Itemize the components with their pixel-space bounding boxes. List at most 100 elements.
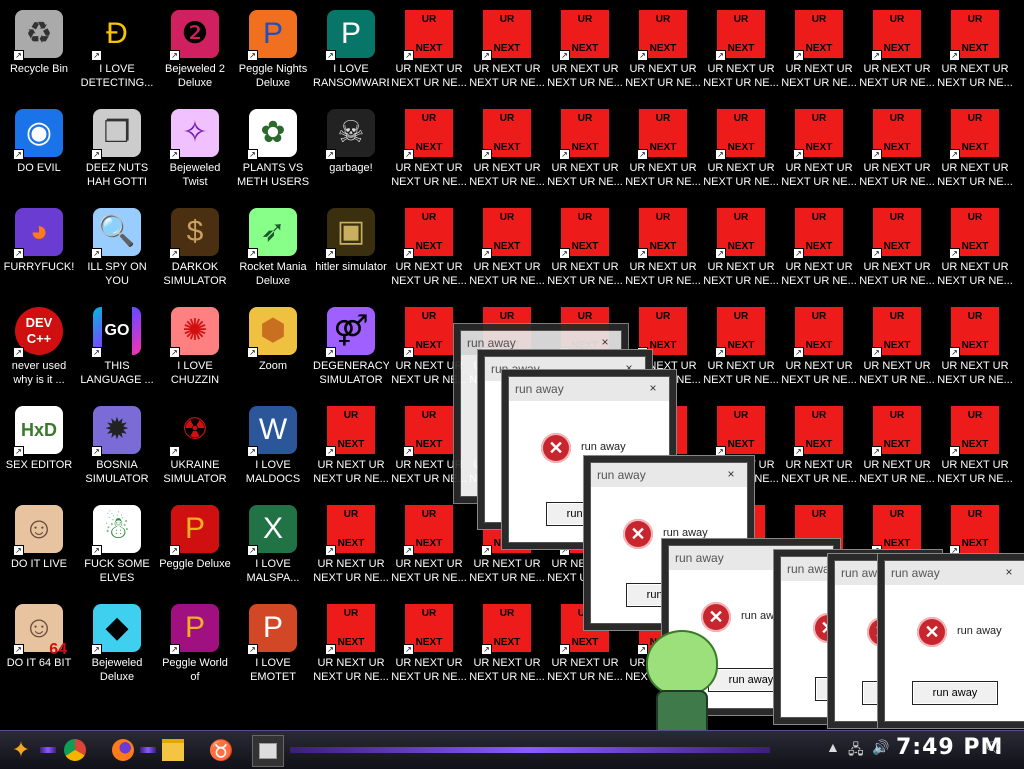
desktop-icon[interactable]: UR NEXT↗ UR NEXT UR NEXT UR NE... xyxy=(391,103,467,199)
desktop-icon[interactable]: UR NEXT↗ UR NEXT UR NEXT UR NE... xyxy=(781,202,857,298)
desktop-icon[interactable]: UR NEXT↗ UR NEXT UR NEXT UR NE... xyxy=(313,400,389,496)
show-hidden-icons[interactable]: ▲ xyxy=(826,739,840,755)
desktop-icon[interactable]: P ↗ I LOVE RANSOMWARE xyxy=(313,4,389,100)
dialog-title-bar[interactable]: run away × xyxy=(461,331,621,355)
desktop-icon[interactable]: ◕ ↗ FURRYFUCK! xyxy=(1,202,77,298)
desktop-icon[interactable]: ❷ ↗ Bejeweled 2 Deluxe xyxy=(157,4,233,100)
desktop-icon[interactable]: UR NEXT↗ UR NEXT UR NEXT UR NE... xyxy=(703,301,779,397)
desktop-icon[interactable]: UR NEXT↗ UR NEXT UR NEXT UR NE... xyxy=(391,598,467,694)
desktop-icon[interactable]: UR NEXT↗ UR NEXT UR NEXT UR NE... xyxy=(547,4,623,100)
desktop-icon[interactable]: Đ ↗ I LOVE DETECTING... xyxy=(79,4,155,100)
desktop-icon[interactable]: P ↗ Peggle Deluxe xyxy=(157,499,233,595)
dialog-title-bar[interactable]: run away × xyxy=(885,561,1024,585)
desktop-icon[interactable]: UR NEXT↗ UR NEXT UR NEXT UR NE... xyxy=(781,4,857,100)
desktop-icon[interactable]: W ↗ I LOVE MALDOCS xyxy=(235,400,311,496)
desktop-icon[interactable]: ➶ ↗ Rocket Mania Deluxe xyxy=(235,202,311,298)
desktop-icon[interactable]: UR NEXT↗ UR NEXT UR NEXT UR NE... xyxy=(313,499,389,595)
desktop-icon[interactable]: UR NEXT↗ UR NEXT UR NEXT UR NE... xyxy=(547,103,623,199)
taskbar-explorer[interactable] xyxy=(158,735,188,765)
desktop-icon[interactable]: ◉ ↗ DO EVIL xyxy=(1,103,77,199)
desktop-icon[interactable]: UR NEXT↗ UR NEXT UR NEXT UR NE... xyxy=(391,301,467,397)
desktop-icon[interactable]: 🔍 ↗ ILL SPY ON YOU xyxy=(79,202,155,298)
desktop-icon[interactable]: UR NEXT↗ UR NEXT UR NEXT UR NE... xyxy=(703,202,779,298)
desktop-icon[interactable]: ⚤ ↗ DEGENERACY SIMULATOR xyxy=(313,301,389,397)
desktop-icon[interactable]: ✺ ↗ I LOVE CHUZZIN xyxy=(157,301,233,397)
desktop-icon[interactable]: UR NEXT↗ UR NEXT UR NEXT UR NE... xyxy=(313,598,389,694)
desktop-icon[interactable]: ❐ ↗ DEEZ NUTS HAH GOTTI xyxy=(79,103,155,199)
taskbar-game[interactable]: ♉ xyxy=(206,735,236,765)
ur-bottom-text: NEXT xyxy=(337,637,365,648)
desktop-icon[interactable]: UR NEXT↗ UR NEXT UR NEXT UR NE... xyxy=(547,202,623,298)
run-away-button[interactable]: run away xyxy=(912,681,998,705)
taskbar-chrome[interactable] xyxy=(60,735,90,765)
desktop-icon[interactable]: UR NEXT↗ UR NEXT UR NEXT UR NE... xyxy=(937,301,1013,397)
desktop-icon[interactable]: UR NEXT↗ UR NEXT UR NEXT UR NE... xyxy=(781,103,857,199)
desktop-icon[interactable]: UR NEXT↗ UR NEXT UR NEXT UR NE... xyxy=(859,301,935,397)
desktop-icon[interactable]: UR NEXT↗ UR NEXT UR NEXT UR NE... xyxy=(859,400,935,496)
desktop-icon[interactable]: UR NEXT↗ UR NEXT UR NEXT UR NE... xyxy=(625,4,701,100)
desktop-icon[interactable]: X ↗ I LOVE MALSPA... xyxy=(235,499,311,595)
desktop-icon[interactable]: UR NEXT↗ UR NEXT UR NEXT UR NE... xyxy=(469,202,545,298)
desktop-icon[interactable]: UR NEXT↗ UR NEXT UR NEXT UR NE... xyxy=(703,103,779,199)
desktop-icon[interactable]: UR NEXT↗ UR NEXT UR NEXT UR NE... xyxy=(781,400,857,496)
desktop-icon[interactable]: ☺ 64 ↗ DO IT 64 BIT xyxy=(1,598,77,694)
desktop-icon[interactable]: UR NEXT↗ UR NEXT UR NEXT UR NE... xyxy=(937,103,1013,199)
dialog-close-button[interactable]: × xyxy=(643,379,663,397)
desktop-icon[interactable]: ☢ ↗ UKRAINE SIMULATOR xyxy=(157,400,233,496)
desktop-icon[interactable]: $ ↗ DARKOK SIMULATOR xyxy=(157,202,233,298)
dialog-title-bar[interactable]: run away × xyxy=(509,377,669,401)
desktop-icon[interactable]: UR NEXT↗ UR NEXT UR NEXT UR NE... xyxy=(391,400,467,496)
dialog-title-bar[interactable]: run away × xyxy=(591,463,747,487)
desktop-icon[interactable]: UR NEXT↗ UR NEXT UR NEXT UR NE... xyxy=(859,103,935,199)
run-away-dialog[interactable]: run away × ✕ run away run away xyxy=(884,560,1024,722)
desktop-icon[interactable]: UR NEXT↗ UR NEXT UR NEXT UR NE... xyxy=(391,4,467,100)
desktop-icon[interactable]: P ↗ I LOVE EMOTET xyxy=(235,598,311,694)
desktop-icon[interactable]: ☺ ↗ DO IT LIVE xyxy=(1,499,77,595)
desktop-icon[interactable]: UR NEXT↗ UR NEXT UR NEXT UR NE... xyxy=(391,202,467,298)
desktop-icon[interactable]: UR NEXT↗ UR NEXT UR NEXT UR NE... xyxy=(625,202,701,298)
desktop-icon[interactable]: ☃ ↗ FUCK SOME ELVES xyxy=(79,499,155,595)
ur-top-text: UR xyxy=(421,608,437,619)
desktop-icon-image: ☢ ↗ xyxy=(169,406,219,457)
desktop-icon[interactable]: UR NEXT↗ UR NEXT UR NEXT UR NE... xyxy=(781,301,857,397)
desktop-icon[interactable]: ⬢ ↗ Zoom xyxy=(235,301,311,397)
desktop-icon[interactable]: UR NEXT↗ UR NEXT UR NEXT UR NE... xyxy=(859,4,935,100)
desktop-icon[interactable]: UR NEXT↗ UR NEXT UR NEXT UR NE... xyxy=(937,202,1013,298)
desktop-icon[interactable]: UR NEXT↗ UR NEXT UR NEXT UR NE... xyxy=(625,103,701,199)
desktop-icon[interactable]: DEV C++ ↗ never used why is it ... xyxy=(1,301,77,397)
desktop-icon[interactable]: UR NEXT↗ UR NEXT UR NEXT UR NE... xyxy=(703,4,779,100)
desktop-icon[interactable]: P ↗ Peggle Nights Deluxe xyxy=(235,4,311,100)
desktop-icon[interactable]: UR NEXT↗ UR NEXT UR NEXT UR NE... xyxy=(937,400,1013,496)
desktop-icon[interactable]: HxD ↗ SEX EDITOR xyxy=(1,400,77,496)
desktop-icon[interactable]: ◆ ↗ Bejeweled Deluxe xyxy=(79,598,155,694)
dialog-close-button[interactable]: × xyxy=(595,333,615,351)
desktop-icon[interactable]: UR NEXT↗ UR NEXT UR NEXT UR NE... xyxy=(937,4,1013,100)
desktop-icon[interactable]: ♻ ↗ Recycle Bin xyxy=(1,4,77,100)
notification-icon[interactable]: 🗨 xyxy=(984,739,1002,756)
desktop-icon[interactable]: UR NEXT↗ UR NEXT UR NEXT UR NE... xyxy=(391,499,467,595)
shortcut-arrow-icon: ↗ xyxy=(91,644,102,655)
taskbar-firefox[interactable] xyxy=(108,735,138,765)
taskbar-active-window[interactable] xyxy=(252,735,284,767)
desktop-icon[interactable]: ▣ ↗ hitler simulator xyxy=(313,202,389,298)
desktop-icon[interactable]: ✿ ↗ PLANTS VS METH USERS xyxy=(235,103,311,199)
desktop-icon[interactable]: UR NEXT↗ UR NEXT UR NEXT UR NE... xyxy=(859,202,935,298)
dialog-close-button[interactable]: × xyxy=(999,563,1019,581)
ur-bottom-text: NEXT xyxy=(961,241,989,252)
network-icon[interactable]: 🖧 xyxy=(848,739,864,763)
dialog-close-button[interactable]: × xyxy=(619,359,639,377)
desktop-icon[interactable]: ✹ ↗ BOSNIA SIMULATOR xyxy=(79,400,155,496)
desktop-icon[interactable]: ✧ ↗ Bejeweled Twist xyxy=(157,103,233,199)
desktop-icon[interactable]: ☠ ↗ garbage! xyxy=(313,103,389,199)
desktop-icon[interactable]: UR NEXT↗ UR NEXT UR NEXT UR NE... xyxy=(469,598,545,694)
desktop-icon[interactable]: UR NEXT↗ UR NEXT UR NEXT UR NE... xyxy=(469,103,545,199)
start-button[interactable]: ✦ xyxy=(6,735,36,765)
desktop-icon[interactable]: GO ↗ THIS LANGUAGE ... xyxy=(79,301,155,397)
desktop-icon-image: P ↗ xyxy=(169,505,219,556)
dialog-close-button[interactable]: × xyxy=(721,465,741,483)
volume-icon[interactable]: 🔊 xyxy=(872,739,889,756)
ur-top-text: UR xyxy=(343,608,359,619)
taskbar-glow-bar xyxy=(290,747,770,753)
desktop-icon[interactable]: P↗Peggle World of Warcraft Edition xyxy=(157,598,233,694)
desktop-icon[interactable]: UR NEXT↗ UR NEXT UR NEXT UR NE... xyxy=(469,4,545,100)
